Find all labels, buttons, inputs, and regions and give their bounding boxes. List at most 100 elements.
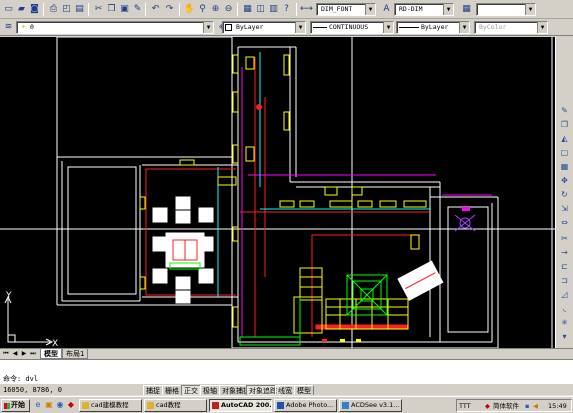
zoom-previous-icon[interactable]: ⊖ [222, 2, 235, 16]
first-tab-icon[interactable]: ⏮ [2, 350, 10, 358]
prev-tab-icon[interactable]: ◀ [11, 350, 19, 358]
pan-icon[interactable]: ✋ [183, 2, 196, 16]
copy-icon[interactable]: ❐ [105, 2, 118, 16]
rotate-icon[interactable]: ↻ [558, 189, 571, 201]
trim-icon[interactable]: ✂ [558, 233, 571, 245]
chevron-down-icon[interactable]: ▼ [203, 22, 213, 33]
taskbar-item[interactable]: cad建模教程 [79, 399, 142, 412]
paste-icon[interactable]: ▣ [118, 2, 131, 16]
print-icon[interactable]: ⎙ [47, 2, 60, 16]
chamfer-icon[interactable]: ◿ [558, 289, 571, 301]
join-icon[interactable]: ⊐ [558, 275, 571, 287]
chevron-down-icon[interactable]: ▼ [443, 4, 453, 15]
cut-icon[interactable]: ✂ [92, 2, 105, 16]
color-select[interactable]: ByLayer ▼ [222, 21, 306, 34]
task-label: AutoCAD 200... [221, 401, 272, 409]
autocad-icon [212, 402, 219, 409]
outlet-marker [322, 339, 327, 342]
array-icon[interactable]: ▦ [558, 161, 571, 173]
ime-label[interactable]: 简体软件 [493, 401, 519, 411]
open-icon[interactable]: ▰ [15, 2, 28, 16]
save-icon[interactable]: ◙ [28, 2, 41, 16]
taskbar-item[interactable]: AutoCAD 200... [209, 399, 272, 412]
plotstyle-select[interactable]: ByColor ▼ [474, 21, 548, 34]
chevron-down-icon[interactable]: ▼ [365, 4, 375, 15]
tool-palettes-icon[interactable]: ▥ [267, 2, 280, 16]
model-toggle[interactable]: 模型 [294, 385, 314, 396]
zoom-realtime-icon[interactable]: ⚲ [196, 2, 209, 16]
tablestyle-select[interactable]: ▼ [476, 3, 536, 16]
textstyle-select[interactable]: RD-DIM ▼ [394, 3, 454, 16]
polar-toggle[interactable]: 极轴 [200, 385, 220, 396]
fan-marker [462, 207, 470, 211]
dimstyle-value: DIM_FONT [321, 5, 353, 13]
toolbar-separator [296, 3, 297, 16]
new-icon[interactable]: ▭ [2, 2, 15, 16]
match-properties-icon[interactable]: ✎ [131, 2, 144, 16]
task-label: cad建模教程 [91, 401, 129, 409]
scale-icon[interactable]: ⇲ [558, 203, 571, 215]
chevron-down-icon[interactable]: ▼ [295, 22, 305, 33]
design-center-icon[interactable]: ◫ [254, 2, 267, 16]
dimstyle-select[interactable]: DIM_FONT ▼ [316, 3, 376, 16]
ie-icon[interactable]: e [33, 400, 43, 410]
outlet-marker [356, 339, 361, 342]
toolbar-separator [88, 3, 89, 16]
outer-walls [56, 37, 553, 348]
copy-object-icon[interactable]: ❐ [558, 119, 571, 131]
lineweight-select[interactable]: ByLayer ▼ [396, 21, 470, 34]
ime-indicator[interactable]: TTT [459, 401, 471, 411]
toolbar-separator [145, 3, 146, 16]
chevron-down-icon[interactable]: ▼ [537, 22, 547, 33]
last-tab-icon[interactable]: ⏭ [29, 350, 37, 358]
toolbar-separator [179, 3, 180, 16]
lineweight-toggle[interactable]: 线宽 [275, 385, 295, 396]
stretch-icon[interactable]: ⇔ [558, 217, 571, 229]
preview-icon[interactable]: ◰ [60, 2, 73, 16]
network-icon[interactable]: ▪ [525, 401, 529, 411]
layer-select[interactable]: ☀ 0 ▼ [16, 21, 214, 34]
explode-icon[interactable]: ✳ [558, 317, 571, 329]
scroll-down-icon[interactable]: ▾ [558, 331, 571, 343]
grid-toggle[interactable]: 栅格 [162, 385, 182, 396]
tab-layout1[interactable]: 布局1 [62, 349, 89, 359]
lineweight-value: ByLayer [421, 23, 449, 31]
layer-value: 0 [30, 23, 34, 31]
fillet-icon[interactable]: ◟ [558, 303, 571, 315]
start-button[interactable]: 开始 [1, 399, 30, 412]
taskbar-item[interactable]: cad教程 [144, 399, 207, 412]
taskbar-item[interactable]: Adobe Photo... [274, 399, 337, 412]
mirror-icon[interactable]: ◭ [558, 133, 571, 145]
tab-model[interactable]: 模型 [40, 349, 62, 359]
undo-icon[interactable]: ↶ [149, 2, 162, 16]
extend-icon[interactable]: → [558, 247, 571, 259]
taskbar-item[interactable]: ACDSee v3.1... [339, 399, 402, 412]
zoom-window-icon[interactable]: ⊕ [209, 2, 222, 16]
linetype-select[interactable]: CONTINUOUS ▼ [310, 21, 394, 34]
publish-icon[interactable]: ▤ [73, 2, 86, 16]
task-label: Adobe Photo... [286, 401, 334, 409]
help-icon[interactable]: ? [280, 2, 293, 16]
chevron-down-icon[interactable]: ▼ [459, 22, 469, 33]
erase-icon[interactable]: ✎ [558, 105, 571, 117]
redo-icon[interactable]: ↷ [163, 2, 176, 16]
ortho-toggle[interactable]: 正交 [181, 385, 201, 396]
next-tab-icon[interactable]: ▶ [20, 350, 28, 358]
model-space-canvas[interactable]: Y X [0, 37, 555, 348]
volume-icon[interactable]: ◀ [533, 401, 538, 411]
quicklaunch-icon[interactable]: ◆ [66, 400, 76, 410]
tablestyle-icon[interactable]: ▦ [460, 2, 473, 16]
break-icon[interactable]: ⊏ [558, 261, 571, 273]
chevron-down-icon[interactable]: ▼ [525, 4, 535, 15]
layer-manager-icon[interactable]: ≋ [2, 20, 15, 34]
snap-toggle[interactable]: 捕捉 [143, 385, 163, 396]
move-icon[interactable]: ✥ [558, 175, 571, 187]
chevron-down-icon[interactable]: ▼ [383, 22, 393, 33]
media-icon[interactable]: ◉ [55, 400, 65, 410]
desktop-icon[interactable]: ▣ [44, 400, 54, 410]
dining-table [152, 196, 214, 304]
properties-icon[interactable]: ▦ [241, 2, 254, 16]
offset-icon[interactable]: ▢ [558, 147, 571, 159]
command-window[interactable]: 命令: dvl [0, 359, 573, 383]
windows-taskbar: 开始 e ▣ ◉ ◆ cad建模教程 cad教程 AutoCAD 200... … [0, 396, 573, 413]
